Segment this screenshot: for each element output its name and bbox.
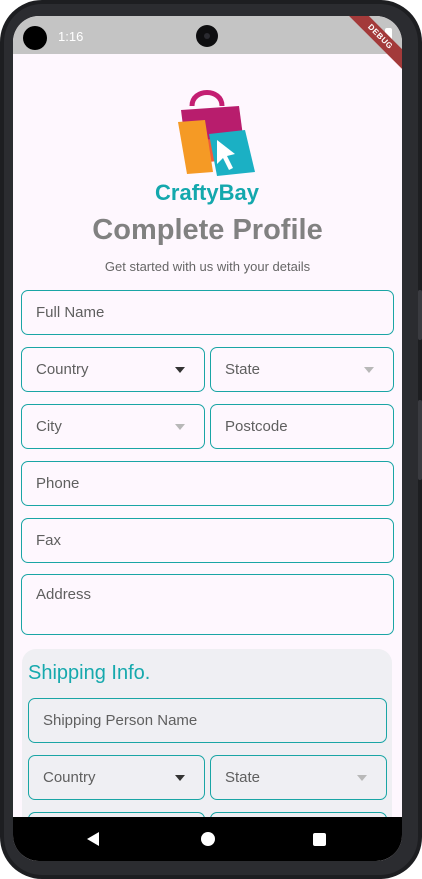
shipping-country-dropdown[interactable]: Country: [28, 755, 205, 800]
shipping-person-name-field[interactable]: Shipping Person Name: [28, 698, 387, 743]
city-placeholder: City: [36, 418, 62, 435]
dropdown-arrow-icon: [175, 367, 185, 373]
postcode-field[interactable]: Postcode: [210, 404, 394, 449]
page-subtitle: Get started with us with your details: [104, 259, 311, 274]
status-bar: 1:16 DEBUG: [13, 16, 402, 78]
status-time: 1:16: [58, 29, 84, 44]
shipping-state-dropdown[interactable]: State: [210, 755, 387, 800]
back-icon[interactable]: [87, 832, 99, 846]
country-placeholder: Country: [36, 361, 89, 378]
state-placeholder: State: [225, 361, 261, 378]
country-dropdown[interactable]: Country: [21, 347, 205, 392]
shipping-person-name-placeholder: Shipping Person Name: [43, 712, 198, 729]
state-dropdown[interactable]: State: [210, 347, 394, 392]
shipping-country-placeholder: Country: [43, 769, 96, 786]
volume-button: [418, 290, 422, 340]
city-dropdown[interactable]: City: [21, 404, 205, 449]
front-camera-icon: [196, 25, 218, 47]
full-name-field[interactable]: Full Name: [21, 290, 394, 335]
shipping-state-placeholder: State: [225, 769, 261, 786]
power-button: [418, 400, 422, 480]
app-screen: 1:16 DEBUG CraftyBay Complete Profile Ge…: [13, 16, 402, 861]
fax-placeholder: Fax: [36, 532, 62, 549]
address-placeholder: Address: [36, 586, 92, 603]
dropdown-arrow-icon: [175, 775, 185, 781]
full-name-placeholder: Full Name: [36, 304, 105, 321]
fax-field[interactable]: Fax: [21, 518, 394, 563]
postcode-placeholder: Postcode: [225, 418, 288, 435]
phone-placeholder: Phone: [36, 475, 80, 492]
camera-cutout-icon: [23, 26, 47, 50]
recent-apps-icon[interactable]: [313, 833, 326, 846]
phone-field[interactable]: Phone: [21, 461, 394, 506]
shipping-title: Shipping Info.: [28, 662, 151, 684]
phone-frame: 1:16 DEBUG CraftyBay Complete Profile Ge…: [0, 0, 422, 879]
dropdown-arrow-icon: [175, 424, 185, 430]
address-field[interactable]: Address: [21, 574, 394, 635]
android-nav-bar: [13, 817, 402, 861]
dropdown-arrow-icon: [357, 775, 367, 781]
craftybay-logo: CraftyBay: [155, 90, 260, 205]
dropdown-arrow-icon: [364, 367, 374, 373]
page-title: Complete Profile: [92, 214, 323, 246]
home-icon[interactable]: [201, 832, 215, 846]
debug-banner: DEBUG: [339, 16, 402, 78]
brand-name: CraftyBay: [155, 180, 260, 205]
